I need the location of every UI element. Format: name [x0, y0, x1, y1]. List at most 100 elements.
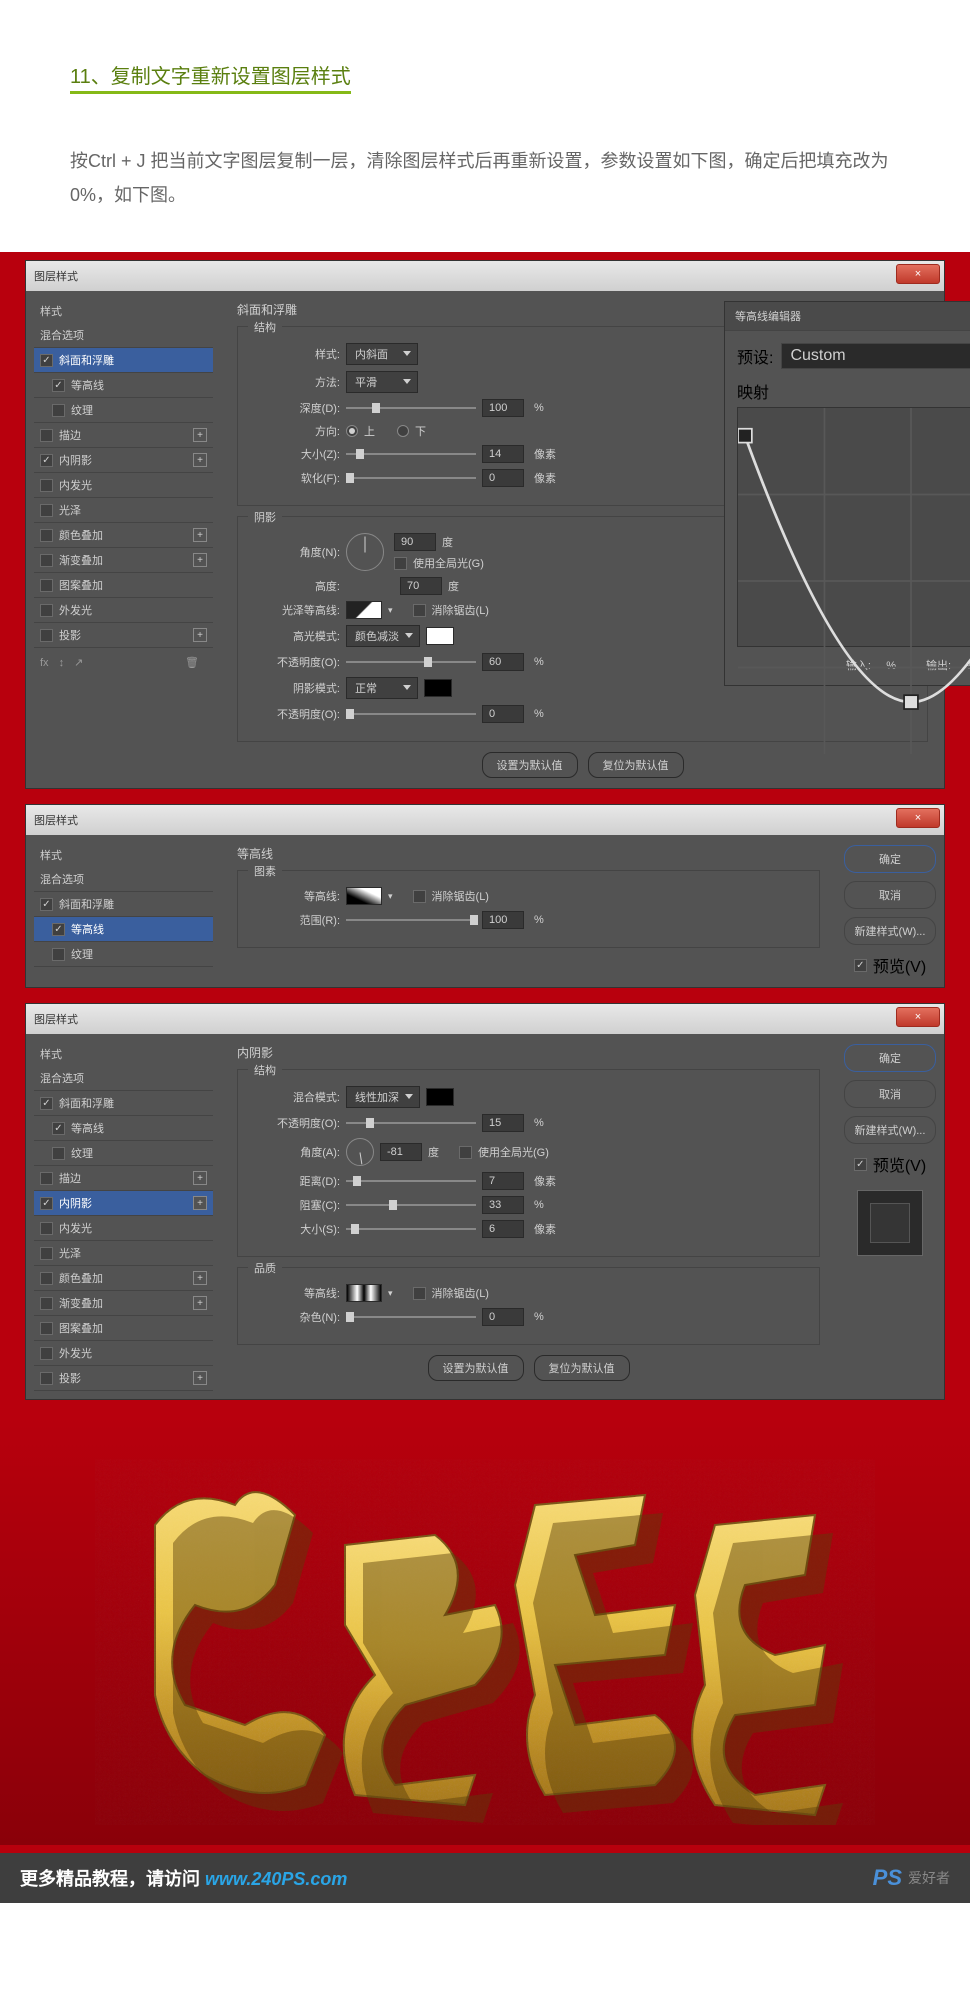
make-default-button[interactable]: 设置为默认值	[428, 1355, 524, 1381]
plus-icon[interactable]: +	[193, 628, 207, 642]
checkbox-icon[interactable]	[52, 404, 65, 417]
checkbox-icon[interactable]	[40, 1297, 53, 1310]
checkbox-icon[interactable]	[52, 948, 65, 961]
checkbox-icon[interactable]	[40, 1372, 53, 1385]
ok-button[interactable]: 确定	[844, 845, 936, 873]
size-input[interactable]: 6	[482, 1220, 524, 1238]
soften-input[interactable]: 0	[482, 469, 524, 487]
anti-alias-checkbox[interactable]	[413, 1287, 426, 1300]
technique-select[interactable]: 平滑	[346, 371, 418, 393]
size-input[interactable]: 14	[482, 445, 524, 463]
contour-swatch[interactable]	[346, 1284, 382, 1302]
shadow-color-swatch[interactable]	[424, 679, 452, 697]
blend-options[interactable]: 混合选项	[34, 1066, 213, 1091]
texture-item[interactable]: 纹理	[34, 398, 213, 423]
range-input[interactable]: 100	[482, 911, 524, 929]
checkbox-icon[interactable]	[52, 923, 65, 936]
plus-icon[interactable]: +	[193, 528, 207, 542]
plus-icon[interactable]: +	[193, 428, 207, 442]
global-light-checkbox[interactable]	[394, 557, 407, 570]
checkbox-icon[interactable]	[40, 1097, 53, 1110]
checkbox-icon[interactable]	[40, 1347, 53, 1360]
inner-glow-item[interactable]: 内发光	[34, 473, 213, 498]
highlight-opacity-slider[interactable]	[346, 656, 476, 668]
shadow-opacity-input[interactable]: 0	[482, 705, 524, 723]
shadow-color-swatch[interactable]	[426, 1088, 454, 1106]
checkbox-icon[interactable]	[40, 1322, 53, 1335]
noise-slider[interactable]	[346, 1311, 476, 1323]
contour-graph[interactable]	[737, 407, 970, 647]
checkbox-icon[interactable]	[40, 529, 53, 542]
angle-dial[interactable]	[346, 533, 384, 571]
contour-item[interactable]: 等高线	[34, 1116, 213, 1141]
checkbox-icon[interactable]	[52, 1147, 65, 1160]
shadow-mode-select[interactable]: 正常	[346, 677, 418, 699]
texture-item[interactable]: 纹理	[34, 1141, 213, 1166]
checkbox-icon[interactable]	[52, 1122, 65, 1135]
outer-glow-item[interactable]: 外发光	[34, 1341, 213, 1366]
plus-icon[interactable]: +	[193, 553, 207, 567]
opacity-slider[interactable]	[346, 1117, 476, 1129]
contour-preset-select[interactable]: Custom	[781, 343, 970, 369]
contour-swatch[interactable]	[346, 887, 382, 905]
checkbox-icon[interactable]	[40, 604, 53, 617]
choke-input[interactable]: 33	[482, 1196, 524, 1214]
depth-slider[interactable]	[346, 402, 476, 414]
checkbox-icon[interactable]	[40, 479, 53, 492]
shadow-opacity-slider[interactable]	[346, 708, 476, 720]
distance-slider[interactable]	[346, 1175, 476, 1187]
drop-shadow-item[interactable]: 投影+	[34, 623, 213, 648]
stroke-item[interactable]: 描边+	[34, 423, 213, 448]
footer-link[interactable]: www.240PS.com	[205, 1869, 347, 1889]
trash-icon[interactable]: 🗑	[185, 656, 199, 669]
bevel-emboss-item[interactable]: 斜面和浮雕	[34, 348, 213, 373]
checkbox-icon[interactable]	[40, 629, 53, 642]
contour-item[interactable]: 等高线	[34, 373, 213, 398]
arrow-icon[interactable]: ↗	[74, 656, 83, 669]
checkbox-icon[interactable]	[40, 579, 53, 592]
close-button[interactable]: ×	[896, 808, 940, 828]
close-button[interactable]: ×	[896, 264, 940, 284]
soften-slider[interactable]	[346, 472, 476, 484]
satin-item[interactable]: 光泽	[34, 1241, 213, 1266]
plus-icon[interactable]: +	[193, 1296, 207, 1310]
preview-checkbox[interactable]	[854, 959, 867, 972]
checkbox-icon[interactable]	[40, 1247, 53, 1260]
cancel-button[interactable]: 取消	[844, 881, 936, 909]
distance-input[interactable]: 7	[482, 1172, 524, 1190]
bevel-emboss-item[interactable]: 斜面和浮雕	[34, 1091, 213, 1116]
choke-slider[interactable]	[346, 1199, 476, 1211]
size-slider[interactable]	[346, 448, 476, 460]
close-button[interactable]: ×	[896, 1007, 940, 1027]
arrow-icon[interactable]: ↕	[59, 657, 65, 669]
satin-item[interactable]: 光泽	[34, 498, 213, 523]
inner-shadow-item[interactable]: 内阴影+	[34, 448, 213, 473]
anti-alias-checkbox[interactable]	[413, 890, 426, 903]
checkbox-icon[interactable]	[40, 354, 53, 367]
bevel-emboss-item[interactable]: 斜面和浮雕	[34, 892, 213, 917]
new-style-button[interactable]: 新建样式(W)...	[844, 917, 936, 945]
noise-input[interactable]: 0	[482, 1308, 524, 1326]
drop-shadow-item[interactable]: 投影+	[34, 1366, 213, 1391]
blend-mode-select[interactable]: 线性加深	[346, 1086, 420, 1108]
checkbox-icon[interactable]	[40, 554, 53, 567]
reset-default-button[interactable]: 复位为默认值	[588, 752, 684, 778]
preview-checkbox[interactable]	[854, 1158, 867, 1171]
cancel-button[interactable]: 取消	[844, 1080, 936, 1108]
anti-alias-checkbox[interactable]	[413, 604, 426, 617]
inner-glow-item[interactable]: 内发光	[34, 1216, 213, 1241]
angle-input[interactable]: -81	[380, 1143, 422, 1161]
blend-options[interactable]: 混合选项	[34, 867, 213, 892]
contour-item[interactable]: 等高线	[34, 917, 213, 942]
style-select[interactable]: 内斜面	[346, 343, 418, 365]
angle-input[interactable]: 90	[394, 533, 436, 551]
pattern-overlay-item[interactable]: 图案叠加	[34, 1316, 213, 1341]
stroke-item[interactable]: 描边+	[34, 1166, 213, 1191]
size-slider[interactable]	[346, 1223, 476, 1235]
blend-options[interactable]: 混合选项	[34, 323, 213, 348]
checkbox-icon[interactable]	[40, 454, 53, 467]
checkbox-icon[interactable]	[40, 898, 53, 911]
plus-icon[interactable]: +	[193, 1171, 207, 1185]
outer-glow-item[interactable]: 外发光	[34, 598, 213, 623]
color-overlay-item[interactable]: 颜色叠加+	[34, 523, 213, 548]
